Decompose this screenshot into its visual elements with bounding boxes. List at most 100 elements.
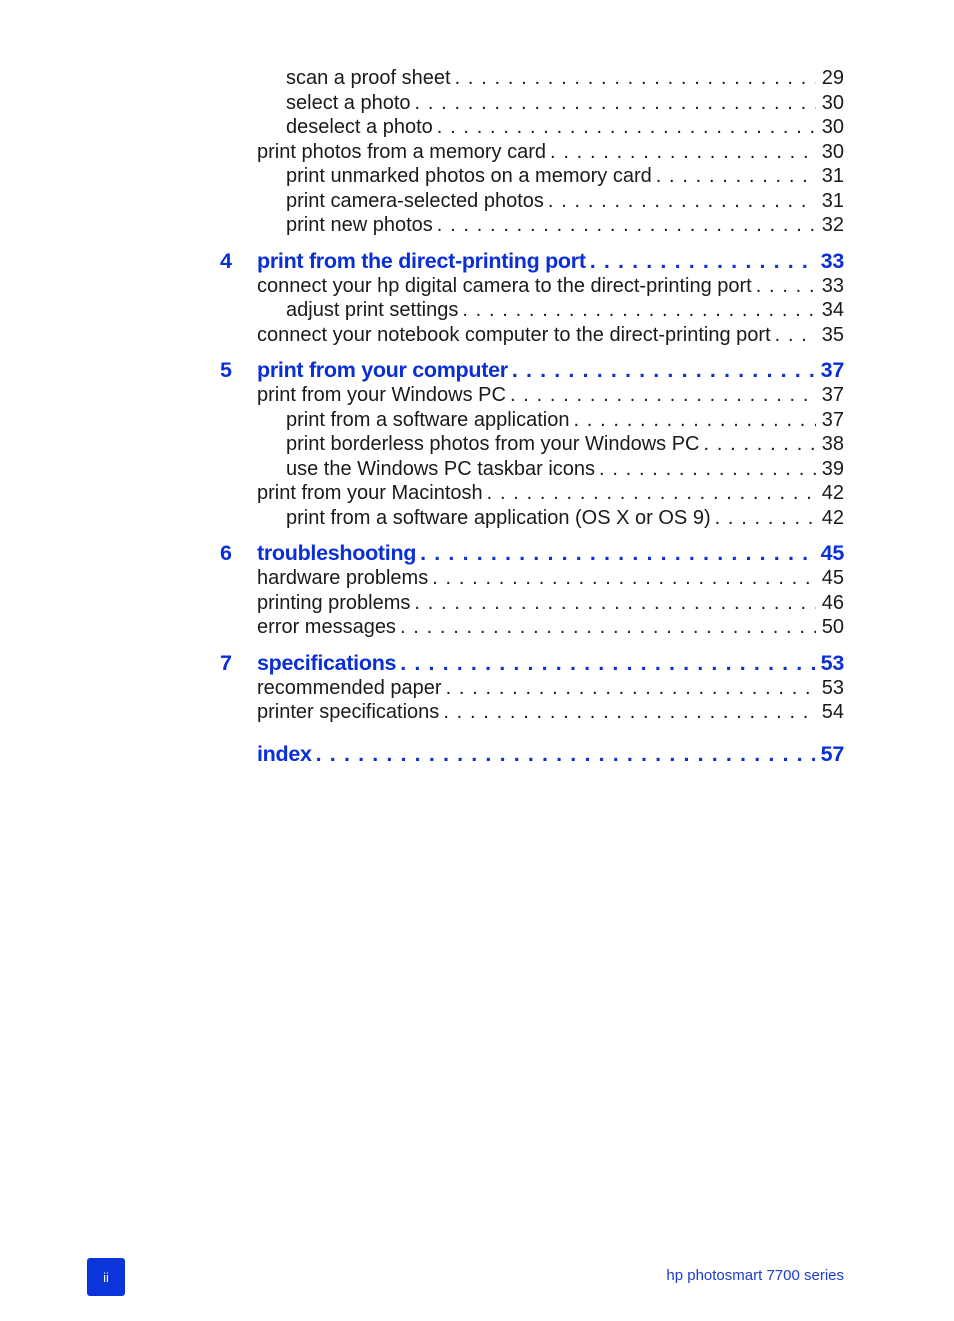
toc-subsection[interactable]: print camera-selected photos 31 <box>220 188 844 214</box>
dot-leader <box>415 91 816 116</box>
toc-page-number: 42 <box>815 505 844 530</box>
toc-subsection[interactable]: print from a software application 37 <box>220 407 844 433</box>
toc-section[interactable]: printing problems 46 <box>220 590 844 616</box>
toc-chapter[interactable]: 6 troubleshooting 45 <box>220 540 844 566</box>
toc-section[interactable]: recommended paper 53 <box>220 675 844 701</box>
toc-entry-title: print borderless photos from your Window… <box>286 432 704 457</box>
toc-entry-title: print from your Windows PC <box>257 383 510 408</box>
toc-entry-title: recommended paper <box>257 675 446 700</box>
toc-entry-title: connect your notebook computer to the di… <box>257 322 775 347</box>
dot-leader <box>316 741 815 767</box>
toc-page-number: 45 <box>815 566 844 591</box>
toc-subsection[interactable]: select a photo 30 <box>220 90 844 116</box>
toc-page-number: 30 <box>815 90 844 115</box>
toc-page-number: 34 <box>815 298 844 323</box>
dot-leader <box>656 164 816 189</box>
toc-subsection[interactable]: print unmarked photos on a memory card 31 <box>220 164 844 189</box>
dot-leader <box>400 650 814 676</box>
toc-page-number: 35 <box>815 322 844 347</box>
toc-page-number: 37 <box>815 407 844 432</box>
toc-section[interactable]: print photos from a memory card 30 <box>220 139 844 165</box>
toc-page-number: 57 <box>814 740 844 767</box>
toc-page-number: 38 <box>815 432 844 457</box>
toc-page-number: 37 <box>815 383 844 408</box>
toc-page-number: 30 <box>815 139 844 164</box>
toc-page-number: 45 <box>814 540 844 566</box>
dot-leader <box>487 481 816 506</box>
toc-entry-title: specifications <box>257 649 401 676</box>
dot-leader <box>455 66 816 91</box>
toc-entry-title: hardware problems <box>257 566 433 591</box>
toc-page-number: 42 <box>815 481 844 506</box>
dot-leader <box>400 615 816 640</box>
toc-chapter[interactable]: 4 print from the direct-printing port 33 <box>220 247 844 274</box>
dot-leader <box>599 457 816 482</box>
toc-page-number: 53 <box>814 649 844 676</box>
dot-leader <box>775 323 816 348</box>
toc-entry-title: deselect a photo <box>286 115 437 140</box>
toc-entry-title: connect your hp digital camera to the di… <box>257 273 756 298</box>
dot-leader <box>548 189 816 214</box>
dot-leader <box>573 408 815 433</box>
toc-subsection[interactable]: adjust print settings 34 <box>220 298 844 323</box>
chapter-number: 6 <box>220 541 232 565</box>
toc-chapter[interactable]: 7 specifications 53 <box>220 649 844 676</box>
toc-page-number: 39 <box>815 456 844 481</box>
dot-leader <box>446 676 816 701</box>
toc-entry-title: select a photo <box>286 90 415 115</box>
toc-entry-title: troubleshooting <box>257 540 421 566</box>
product-name: hp photosmart 7700 series <box>666 1267 844 1284</box>
dot-leader <box>420 540 815 566</box>
dot-leader <box>462 298 815 323</box>
toc-subsection[interactable]: print new photos 32 <box>220 213 844 238</box>
toc-index-entry[interactable]: index 57 <box>220 740 844 767</box>
toc-chapter[interactable]: 5 print from your computer 37 <box>220 357 844 383</box>
toc-page-number: 53 <box>815 675 844 700</box>
toc-section[interactable]: error messages 50 <box>220 615 844 640</box>
toc-entry-title: printing problems <box>257 590 415 615</box>
toc-section[interactable]: print from your Macintosh 42 <box>220 481 844 506</box>
toc-entry-title: scan a proof sheet <box>286 66 455 91</box>
toc-subsection[interactable]: scan a proof sheet 29 <box>220 66 844 91</box>
toc-page-number: 33 <box>814 247 844 274</box>
toc-entry-title: print camera-selected photos <box>286 188 548 213</box>
toc-entry-title: print from the direct-printing port <box>257 247 590 274</box>
toc-section[interactable]: printer specifications 54 <box>220 700 844 725</box>
toc-page-number: 46 <box>815 590 844 615</box>
page-number-badge: ii <box>87 1258 125 1296</box>
dot-leader <box>704 432 816 457</box>
toc-entry-title: use the Windows PC taskbar icons <box>286 456 600 481</box>
toc-subsection[interactable]: print borderless photos from your Window… <box>220 432 844 457</box>
dot-leader <box>443 700 815 725</box>
toc-page-number: 29 <box>815 66 844 91</box>
toc-entry-title: print new photos <box>286 213 437 238</box>
toc-section[interactable]: connect your hp digital camera to the di… <box>220 273 844 298</box>
dot-leader <box>432 566 816 591</box>
dot-leader <box>414 591 815 616</box>
toc-entry-title: print from a software application <box>286 407 574 432</box>
toc-entry-title: print photos from a memory card <box>257 139 550 164</box>
dot-leader <box>715 506 816 531</box>
chapter-number: 5 <box>220 358 232 382</box>
toc-section[interactable]: print from your Windows PC 37 <box>220 383 844 408</box>
toc-subsection[interactable]: use the Windows PC taskbar icons 39 <box>220 456 844 482</box>
toc-section[interactable]: connect your notebook computer to the di… <box>220 322 844 348</box>
dot-leader <box>590 248 815 274</box>
toc-entry-title: print from your computer <box>257 357 512 383</box>
toc-entry-title: print from a software application (OS X … <box>286 505 715 530</box>
toc-entry-title: adjust print settings <box>286 298 463 323</box>
toc-section[interactable]: hardware problems 45 <box>220 566 844 591</box>
dot-leader <box>512 357 815 383</box>
toc-subsection[interactable]: deselect a photo 30 <box>220 115 844 140</box>
toc-page-number: 54 <box>815 700 844 725</box>
toc-page-number: 31 <box>815 164 844 189</box>
toc-entry-title: print unmarked photos on a memory card <box>286 164 656 189</box>
toc-page-number: 33 <box>815 273 844 298</box>
toc-entry-title: index <box>257 740 316 767</box>
toc-subsection[interactable]: print from a software application (OS X … <box>220 505 844 531</box>
chapter-number: 4 <box>220 248 232 273</box>
toc-page-number: 31 <box>815 188 844 213</box>
dot-leader <box>510 383 816 408</box>
dot-leader <box>550 140 816 165</box>
table-of-contents: scan a proof sheet29select a photo30dese… <box>220 66 844 767</box>
